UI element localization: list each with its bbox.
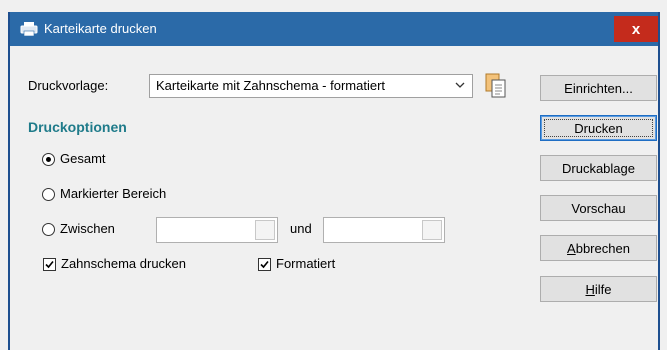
drucken-button[interactable]: Drucken [540,115,657,141]
range-from-input[interactable] [156,217,278,243]
radio-zwischen-label[interactable]: Zwischen [60,221,115,236]
print-dialog: Karteikarte drucken x Druckvorlage: Kart… [8,12,660,350]
abbrechen-label: bbrechen [575,240,630,256]
close-button[interactable]: x [614,16,658,42]
hilfe-button[interactable]: Hilfe [540,276,657,302]
radio-gesamt[interactable] [42,153,55,166]
calendar-icon[interactable] [255,220,275,240]
radio-markiert-label[interactable]: Markierter Bereich [60,186,166,201]
template-selected-value: Karteikarte mit Zahnschema - formatiert [156,78,386,93]
copy-document-icon[interactable] [484,72,508,100]
radio-gesamt-label[interactable]: Gesamt [60,151,106,166]
abbrechen-button[interactable]: Abbrechen [540,235,657,261]
radio-markiert[interactable] [42,188,55,201]
checkbox-formatiert-label[interactable]: Formatiert [276,256,335,271]
druckablage-button[interactable]: Druckablage [540,155,657,181]
chevron-down-icon [455,82,465,88]
template-select[interactable]: Karteikarte mit Zahnschema - formatiert [149,74,473,98]
hilfe-label: ilfe [594,281,612,297]
checkmark-icon [45,260,54,269]
focus-rectangle [544,119,653,137]
abbrechen-mnemonic: A [567,240,576,256]
radio-zwischen[interactable] [42,223,55,236]
window-title: Karteikarte drucken [44,21,157,36]
vorschau-button[interactable]: Vorschau [540,195,657,221]
checkmark-icon [260,260,269,269]
template-label: Druckvorlage: [28,78,109,93]
printer-icon [20,22,38,37]
checkbox-zahnschema-label[interactable]: Zahnschema drucken [61,256,186,271]
calendar-icon[interactable] [422,220,442,240]
options-section-title: Druckoptionen [28,119,127,135]
checkbox-formatiert[interactable] [258,258,271,271]
einrichten-button[interactable]: Einrichten... [540,75,657,101]
title-bar[interactable]: Karteikarte drucken x [10,12,658,46]
und-label: und [290,221,312,236]
hilfe-mnemonic: H [585,281,595,297]
range-to-input[interactable] [323,217,445,243]
checkbox-zahnschema[interactable] [43,258,56,271]
